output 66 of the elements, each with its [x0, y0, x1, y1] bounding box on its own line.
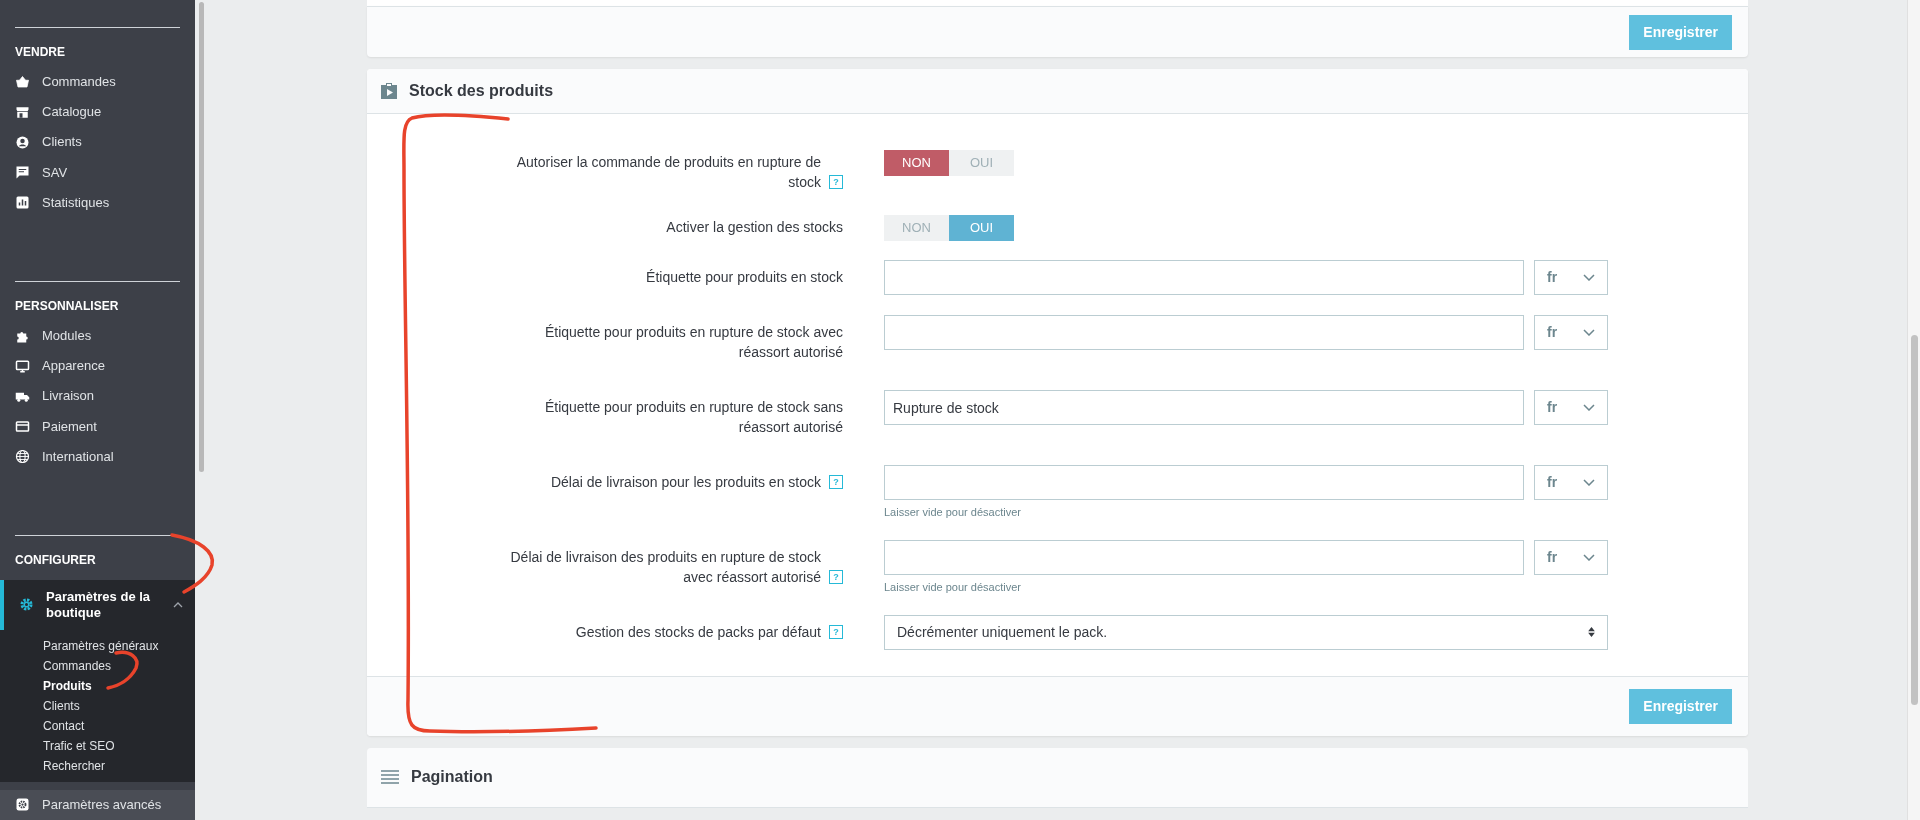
monitor-icon — [15, 358, 30, 374]
text-field[interactable] — [884, 539, 1524, 575]
sidebar-item[interactable]: International — [0, 441, 195, 472]
sidebar-item[interactable]: Paramètres avancés — [0, 789, 195, 820]
briefcase-play-icon — [379, 81, 399, 101]
help-text: Laisser vide pour désactiver — [884, 579, 1022, 595]
field-label: Étiquette pour produits en rupture de stock avec réassort autorisé — [543, 323, 843, 362]
field-label: Délai de livraison pour les produits en stock — [550, 473, 821, 492]
language-dropdown[interactable]: fr — [1534, 465, 1608, 500]
chevron-down-icon — [1583, 404, 1595, 411]
text-field[interactable] — [884, 260, 1524, 295]
language-dropdown[interactable]: fr — [1534, 260, 1608, 295]
submenu-item[interactable]: Rechercher — [0, 755, 195, 776]
sidebar-item[interactable]: Apparence — [0, 351, 195, 382]
store-icon — [15, 104, 30, 120]
section-heading: VENDRE — [14, 44, 66, 61]
field-label: Autoriser la commande de produits en rupture de stock — [515, 153, 821, 192]
credit-card-icon — [15, 419, 30, 435]
chevron-down-icon — [1583, 479, 1595, 486]
section-heading: PERSONNALISER — [14, 297, 120, 315]
chevron-down-icon — [1583, 329, 1595, 336]
field-label: Étiquette pour produits en stock — [646, 268, 843, 287]
language-dropdown[interactable]: fr — [1534, 390, 1608, 425]
field-label: Délai de livraison des produits en rupture de stock avec réassort autorisé — [509, 547, 821, 587]
list-icon — [381, 770, 399, 784]
text-field[interactable] — [884, 465, 1524, 500]
panel-title: Stock des produits — [409, 81, 554, 101]
select-field[interactable]: Décrémenter uniquement le pack. — [884, 614, 1608, 650]
chevron-down-icon — [1583, 274, 1595, 281]
submenu-item[interactable]: Produits — [0, 675, 195, 696]
field-label: Activer la gestion des stocks — [666, 218, 843, 237]
submenu-item[interactable]: Contact — [0, 715, 195, 736]
language-dropdown[interactable]: fr — [1534, 315, 1608, 350]
sidebar-item[interactable]: SAV — [0, 157, 195, 188]
user-circle-icon — [15, 134, 30, 150]
sidebar-item[interactable]: Clients — [0, 127, 195, 158]
annotation-stroke — [170, 533, 215, 594]
submenu-item[interactable]: Paramètres généraux — [0, 635, 195, 656]
toggle-option[interactable]: NON — [884, 150, 949, 176]
submenu-item[interactable]: Clients — [0, 695, 195, 716]
section-heading: CONFIGURER — [14, 551, 97, 569]
field-label: Étiquette pour produits en rupture de stock sans réassort autorisé — [543, 398, 843, 437]
settings-icon — [19, 597, 34, 613]
sidebar-item[interactable]: Livraison — [0, 381, 195, 412]
sort-arrows-icon — [1588, 627, 1595, 637]
language-dropdown[interactable]: fr — [1534, 539, 1608, 575]
sidebar-item[interactable]: Statistiques — [0, 187, 195, 218]
chat-icon — [15, 165, 30, 181]
sidebar-item[interactable]: Paiement — [0, 411, 195, 442]
sidebar-item[interactable]: Catalogue — [0, 97, 195, 128]
chevron-down-icon — [1583, 553, 1595, 561]
basket-icon — [15, 74, 30, 90]
text-field[interactable]: Rupture de stock — [884, 390, 1524, 425]
field-label: Gestion des stocks de packs par défaut — [575, 622, 821, 642]
sidebar-item[interactable]: Paramètres de la boutique — [0, 579, 195, 630]
bar-chart-icon — [15, 195, 30, 211]
sidebar-item[interactable]: Modules — [0, 320, 195, 352]
help-text: Laisser vide pour désactiver — [884, 505, 1022, 520]
submenu-item[interactable]: Commandes — [0, 655, 195, 676]
panel-title: Pagination — [411, 767, 493, 787]
sidebar-item[interactable]: Commandes — [0, 67, 195, 98]
settings-icon — [15, 797, 30, 813]
globe-icon — [15, 449, 30, 465]
page-scrollbar[interactable] — [1907, 0, 1920, 820]
text-field[interactable] — [884, 315, 1524, 350]
submenu-item[interactable]: Trafic et SEO — [0, 735, 195, 756]
